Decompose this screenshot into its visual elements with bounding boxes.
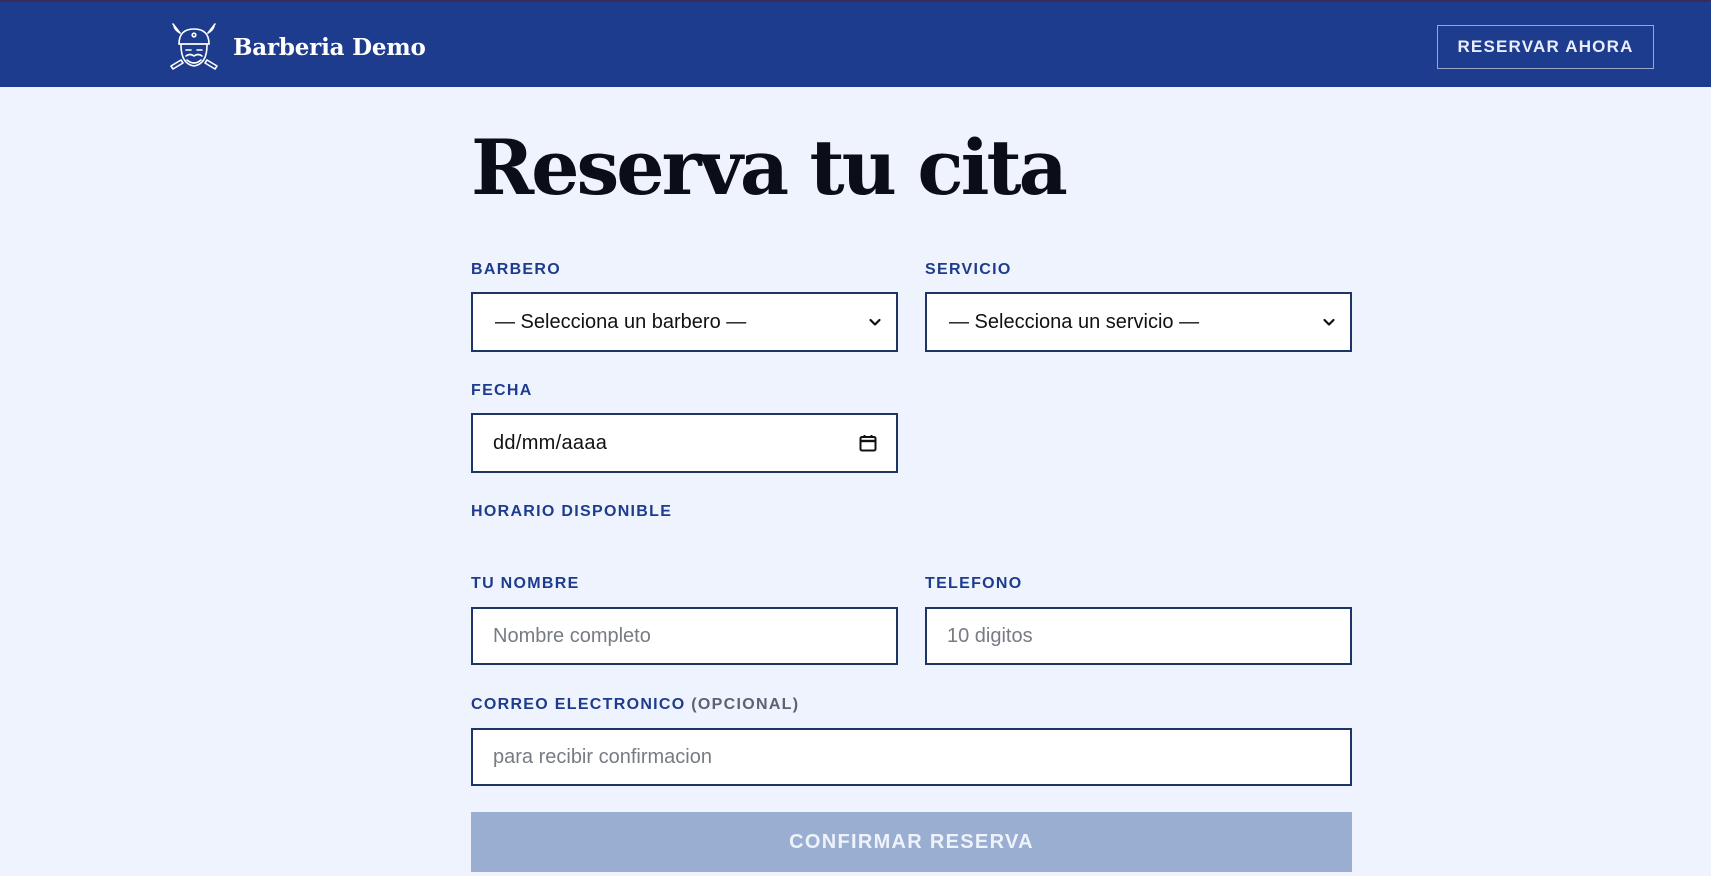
service-label: SERVICIO (925, 261, 1012, 278)
email-input[interactable] (471, 728, 1352, 786)
brand[interactable]: Barberia Demo (167, 22, 426, 72)
date-label: FECHA (471, 382, 533, 399)
confirm-booking-button[interactable]: CONFIRMAR RESERVA (471, 812, 1352, 872)
email-label-text: CORREO ELECTRONICO (471, 696, 686, 713)
brand-name: Barberia Demo (233, 33, 426, 61)
date-input-value: dd/mm/aaaa (493, 431, 608, 454)
phone-input[interactable] (925, 607, 1352, 665)
schedule-label: HORARIO DISPONIBLE (471, 503, 673, 520)
service-select[interactable]: — Selecciona un servicio — (925, 292, 1352, 352)
viking-barber-logo-icon (170, 23, 218, 70)
barber-label: BARBERO (471, 261, 561, 278)
service-select-value: — Selecciona un servicio — (949, 310, 1200, 333)
chevron-down-icon (1323, 318, 1335, 326)
book-now-button[interactable]: RESERVAR AHORA (1437, 25, 1654, 69)
page-title: Reserva tu cita (471, 123, 1068, 212)
email-label: CORREO ELECTRONICO (OPCIONAL) (471, 696, 799, 714)
phone-label: TELEFONO (925, 575, 1023, 592)
top-navbar: Barberia Demo RESERVAR AHORA (0, 0, 1711, 87)
calendar-icon[interactable] (858, 433, 878, 453)
email-optional-note: (OPCIONAL) (691, 696, 800, 713)
barber-select[interactable]: — Selecciona un barbero — (471, 292, 898, 352)
name-label: TU NOMBRE (471, 575, 580, 592)
date-input[interactable]: dd/mm/aaaa (471, 413, 898, 473)
chevron-down-icon (869, 318, 881, 326)
barber-select-value: — Selecciona un barbero — (495, 310, 747, 333)
name-input[interactable] (471, 607, 898, 665)
